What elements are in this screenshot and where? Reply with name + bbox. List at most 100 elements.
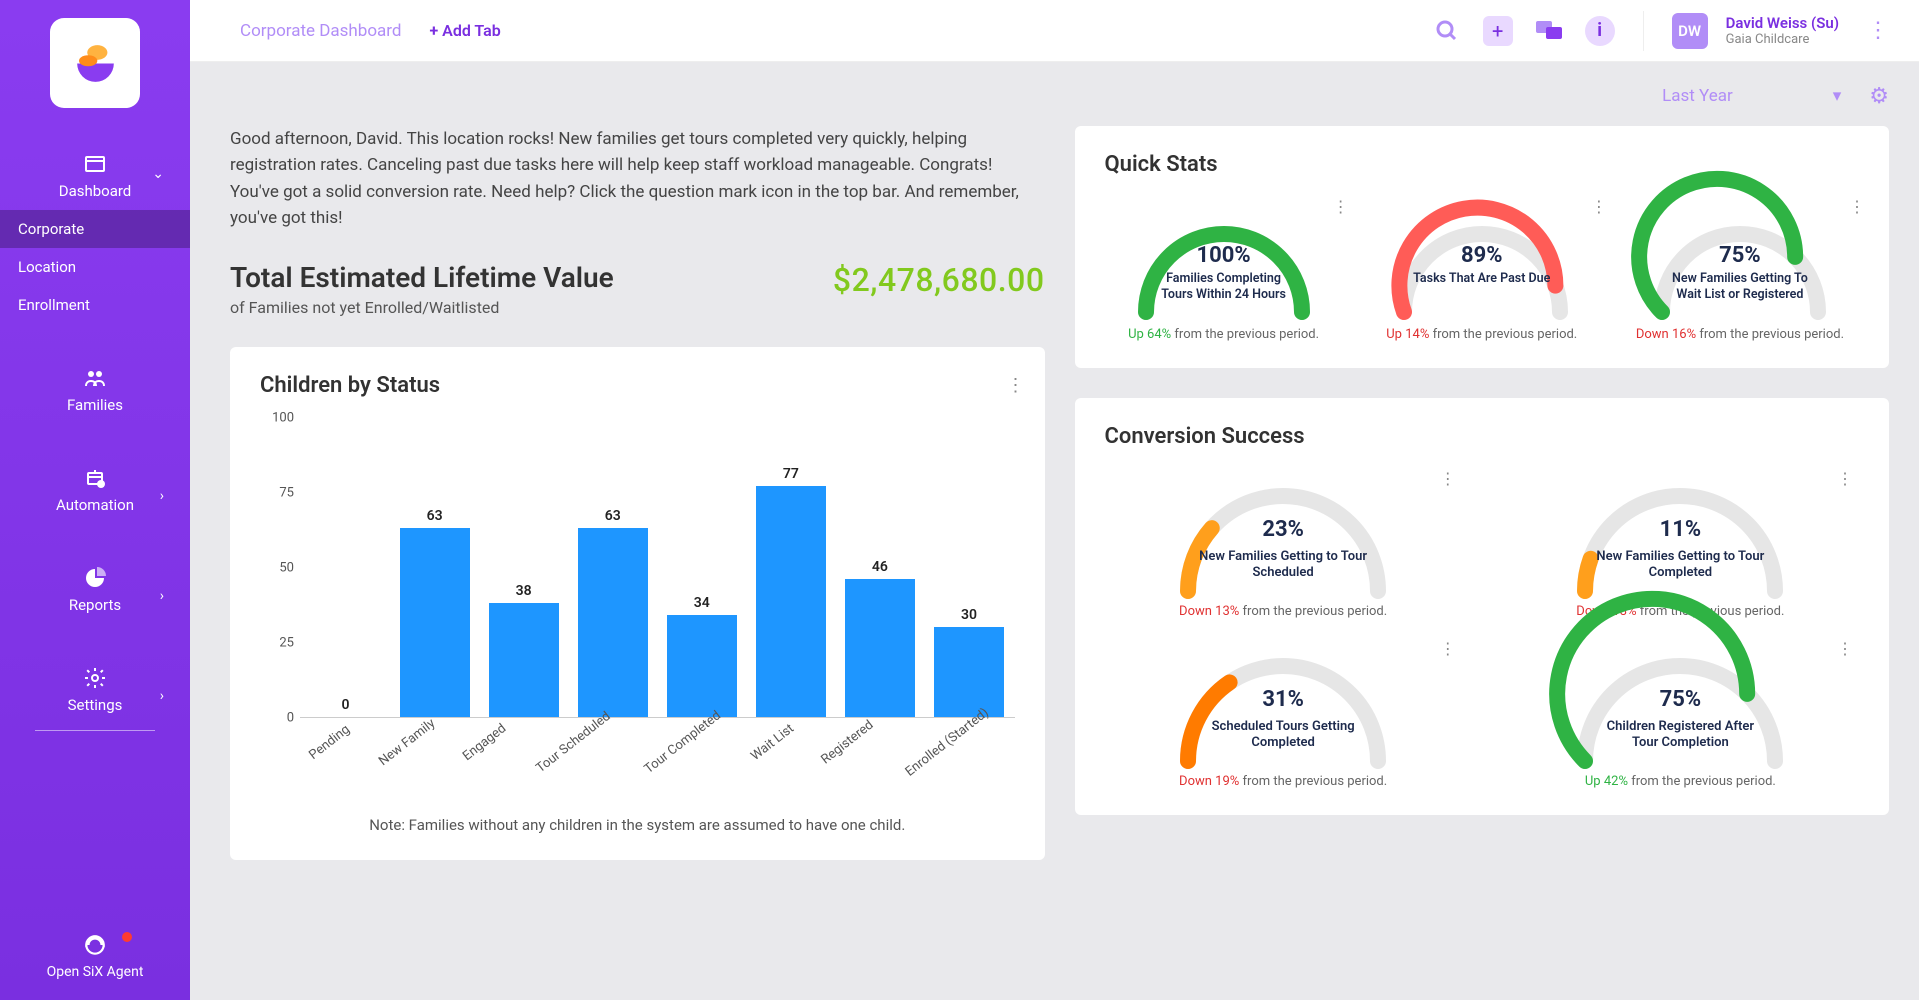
x-label: Tour Scheduled [534, 709, 642, 812]
gauge: ⋮ 100% Families Completing Tours Within … [1105, 197, 1343, 342]
ltv-title: Total Estimated Lifetime Value [230, 261, 614, 294]
gauge-value: 75% [1650, 243, 1830, 268]
caret-down-icon: ▾ [1833, 86, 1842, 106]
bar: 63 [577, 418, 648, 717]
add-button[interactable]: + [1483, 16, 1513, 46]
y-tick: 100 [272, 411, 294, 426]
nav-corporate[interactable]: Corporate [0, 210, 190, 248]
nav-label: Dashboard [59, 182, 132, 200]
bar: 46 [844, 418, 915, 717]
bar: 34 [666, 418, 737, 717]
gauge-value: 11% [1565, 517, 1795, 542]
nav-location[interactable]: Location [0, 248, 190, 286]
y-tick: 75 [279, 486, 294, 501]
bar-value: 77 [783, 466, 799, 482]
bar: 77 [755, 418, 826, 717]
card-menu-icon[interactable]: ⋮ [1007, 375, 1025, 396]
settings-gear-icon[interactable]: ⚙ [1869, 84, 1889, 109]
y-tick: 0 [287, 711, 294, 726]
gauge-label: Tasks That Are Past Due [1410, 271, 1554, 287]
nav-enrollment[interactable]: Enrollment [0, 286, 190, 324]
gauge-label: Families Completing Tours Within 24 Hour… [1152, 271, 1296, 302]
add-tab-button[interactable]: Add Tab [429, 21, 500, 40]
chevron-right-icon: › [160, 688, 164, 704]
user-avatar[interactable]: DW [1672, 13, 1708, 49]
divider [35, 730, 155, 731]
bar-value: 63 [605, 508, 621, 524]
x-label: Wait List [748, 721, 826, 800]
gauge-menu-icon[interactable]: ⋮ [1849, 197, 1865, 216]
gauge-label: Scheduled Tours Getting Completed [1198, 719, 1368, 752]
overflow-menu-icon[interactable]: ⋮ [1857, 18, 1899, 43]
gauge-menu-icon[interactable]: ⋮ [1440, 469, 1456, 488]
gauge-value: 89% [1392, 243, 1572, 268]
gauge-menu-icon[interactable]: ⋮ [1333, 197, 1349, 216]
x-label: Engaged [460, 721, 538, 800]
bar: 0 [310, 418, 381, 717]
user-name: David Weiss (Su) [1726, 14, 1839, 32]
bar-value: 0 [342, 697, 350, 713]
gauge-value: 23% [1168, 517, 1398, 542]
nav-settings[interactable]: Settings › [0, 652, 190, 724]
ltv-subtitle: of Families not yet Enrolled/Waitlisted [230, 298, 614, 317]
bar-value: 34 [694, 595, 710, 611]
bar-value: 46 [872, 559, 888, 575]
y-tick: 25 [279, 636, 294, 651]
gauge: ⋮ 89% Tasks That Are Past Due Up 14% fro… [1363, 197, 1601, 342]
gauge-delta: Up 42% from the previous period. [1502, 774, 1859, 789]
tab-corporate-dashboard[interactable]: Corporate Dashboard [230, 13, 411, 49]
x-label: Enrolled (Started) [903, 706, 1020, 816]
gauge-label: Children Registered After Tour Completio… [1595, 719, 1765, 752]
nav-label: Families [67, 396, 123, 414]
nav-open-agent[interactable]: Open SiX Agent [0, 912, 190, 980]
period-dropdown[interactable]: Last Year ▾ [1650, 80, 1853, 112]
conversion-gauge: ⋮ 23% New Families Getting to Tour Sched… [1105, 469, 1462, 619]
user-org: Gaia Childcare [1726, 32, 1839, 48]
bar: 63 [399, 418, 470, 717]
nav-label: Automation [56, 496, 134, 514]
gauge-value: 100% [1134, 243, 1314, 268]
bar-value: 38 [516, 583, 532, 599]
ltv-value: $2,478,680.00 [833, 261, 1045, 299]
gauge-menu-icon[interactable]: ⋮ [1837, 639, 1853, 658]
nav-automation[interactable]: Automation › [0, 452, 190, 524]
gauge-delta: Down 16% from the previous period. [1621, 327, 1859, 342]
gauge-menu-icon[interactable]: ⋮ [1440, 639, 1456, 658]
gauge-delta: Down 19% from the previous period. [1105, 774, 1462, 789]
bar-value: 63 [427, 508, 443, 524]
conversion-gauge: ⋮ 31% Scheduled Tours Getting Completed … [1105, 639, 1462, 789]
gauge: ⋮ 75% New Families Getting To Wait List … [1621, 197, 1859, 342]
nav-label: Reports [69, 596, 121, 614]
help-icon[interactable]: i [1585, 16, 1615, 46]
card-title: Quick Stats [1105, 152, 1860, 177]
gauge-delta: Down 13% from the previous period. [1105, 604, 1462, 619]
period-label: Last Year [1662, 86, 1733, 106]
gauge-value: 31% [1168, 687, 1398, 712]
gauge-menu-icon[interactable]: ⋮ [1837, 469, 1853, 488]
gauge-label: New Families Getting To Wait List or Reg… [1668, 271, 1812, 302]
ltv-section: Total Estimated Lifetime Value of Famili… [230, 261, 1045, 317]
divider [1643, 11, 1644, 51]
sidebar: Dashboard ⌄ Corporate Location Enrollmen… [0, 0, 190, 1000]
nav-label: Settings [68, 696, 123, 714]
conversion-success-card: Conversion Success ⋮ 23% New Families Ge… [1075, 398, 1890, 815]
chevron-right-icon: › [160, 588, 164, 604]
user-menu[interactable]: David Weiss (Su) Gaia Childcare [1726, 14, 1839, 48]
gauge-delta: Up 64% from the previous period. [1105, 327, 1343, 342]
x-label: Pending [304, 721, 382, 800]
gauge-value: 75% [1565, 687, 1795, 712]
chart-note: Note: Families without any children in t… [260, 816, 1015, 834]
card-title: Children by Status [260, 373, 1015, 398]
chat-icon[interactable] [1531, 13, 1567, 49]
x-label: Registered [819, 718, 905, 803]
x-label: New Family [376, 716, 466, 805]
nav-dashboard[interactable]: Dashboard ⌄ [0, 138, 190, 210]
greeting-text: Good afternoon, David. This location roc… [230, 126, 1020, 231]
gauge-menu-icon[interactable]: ⋮ [1591, 197, 1607, 216]
app-logo[interactable] [50, 18, 140, 108]
search-icon[interactable] [1429, 13, 1465, 49]
conversion-gauge: ⋮ 75% Children Registered After Tour Com… [1502, 639, 1859, 789]
nav-families[interactable]: Families [0, 352, 190, 424]
nav-reports[interactable]: Reports › [0, 552, 190, 624]
topbar: Corporate Dashboard Add Tab + i DW David… [190, 0, 1919, 62]
